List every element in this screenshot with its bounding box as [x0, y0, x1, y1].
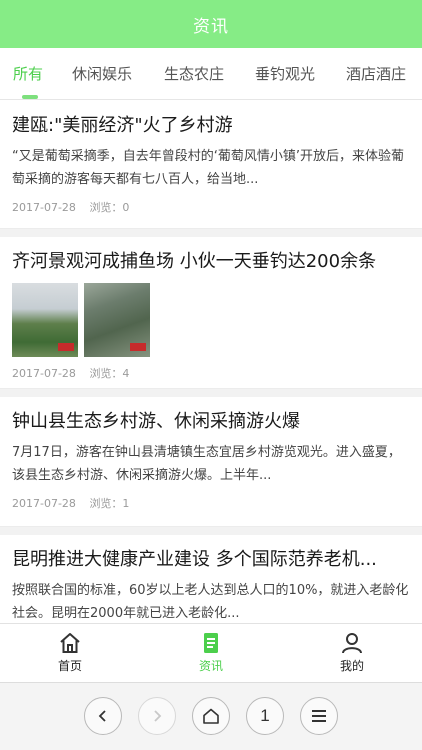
tab-leisure[interactable]: 休闲娱乐 — [72, 48, 132, 99]
news-date: 2017-07-28 — [12, 367, 76, 380]
news-thumbnail[interactable] — [84, 283, 150, 357]
tabs-count: 1 — [260, 706, 270, 725]
chevron-left-icon — [98, 710, 106, 722]
news-summary: 按照联合国的标准，60岁以上老人达到总人口的10%，就进入老龄化社会。昆明在20… — [12, 583, 409, 621]
back-button[interactable] — [84, 697, 122, 735]
watermark-stamp — [130, 343, 146, 351]
menu-button[interactable] — [300, 697, 338, 735]
news-item[interactable]: 钟山县生态乡村游、休闲采摘游火爆 7月17日，游客在钟山县清塘镇生态宜居乡村游览… — [0, 397, 422, 527]
tab-hotel[interactable]: 酒店酒庄 — [346, 48, 406, 99]
bottom-nav: 首页 资讯 我的 — [0, 623, 422, 681]
active-tab-indicator — [22, 95, 38, 99]
tab-eco-farm[interactable]: 生态农庄 — [164, 48, 224, 99]
nav-home-label: 首页 — [57, 659, 82, 673]
category-tabs: 所有 休闲娱乐 生态农庄 垂钓观光 酒店酒庄 — [0, 48, 422, 100]
news-meta: 2017-07-28 浏览：1 — [12, 487, 410, 521]
news-date: 2017-07-28 — [12, 497, 76, 510]
news-meta: 2017-07-28 浏览：4 — [12, 357, 410, 391]
chevron-right-icon — [154, 710, 162, 722]
news-icon — [204, 633, 218, 653]
news-title[interactable]: 齐河景观河成捕鱼场 小伙一天垂钓达200余条 — [12, 249, 410, 275]
forward-button[interactable] — [138, 697, 176, 735]
news-item[interactable]: 建瓯:"美丽经济"火了乡村游 “又是葡萄采摘季，自去年曾段村的‘葡萄风情小镇’开… — [0, 101, 422, 229]
browser-home-button[interactable] — [192, 697, 230, 735]
news-date: 2017-07-28 — [12, 201, 76, 214]
home-icon — [60, 633, 80, 653]
news-feed[interactable]: 建瓯:"美丽经济"火了乡村游 “又是葡萄采摘季，自去年曾段村的‘葡萄风情小镇’开… — [0, 101, 422, 623]
user-icon — [342, 633, 362, 654]
nav-home[interactable]: 首页 — [30, 624, 110, 682]
news-title[interactable]: 钟山县生态乡村游、休闲采摘游火爆 — [12, 409, 410, 435]
news-item[interactable]: 昆明推进大健康产业建设 多个国际范养老机... 按照联合国的标准，60岁以上老人… — [0, 535, 422, 623]
news-title[interactable]: 建瓯:"美丽经济"火了乡村游 — [12, 113, 410, 139]
watermark-stamp — [58, 343, 74, 351]
news-meta: 2017-07-28 浏览：0 — [12, 191, 410, 225]
browser-toolbar: 1 — [0, 682, 422, 750]
nav-profile-label: 我的 — [339, 659, 364, 673]
news-title[interactable]: 昆明推进大健康产业建设 多个国际范养老机... — [12, 547, 410, 573]
page-title: 资讯 — [193, 16, 229, 37]
news-item[interactable]: 齐河景观河成捕鱼场 小伙一天垂钓达200余条 2017-07-28 浏览：4 — [0, 237, 422, 389]
news-thumbnails — [12, 283, 410, 357]
nav-news[interactable]: 资讯 — [171, 624, 251, 682]
news-summary: 7月17日，游客在钟山县清塘镇生态宜居乡村游览观光。进入盛夏，该县生态乡村游、休… — [12, 445, 401, 483]
news-views: 浏览：4 — [89, 367, 130, 380]
nav-news-label: 资讯 — [198, 659, 223, 673]
tab-all[interactable]: 所有 — [13, 48, 43, 99]
news-views: 浏览：1 — [89, 497, 130, 510]
tabs-count-button[interactable]: 1 — [246, 697, 284, 735]
news-views: 浏览：0 — [89, 201, 130, 214]
tab-fishing[interactable]: 垂钓观光 — [255, 48, 315, 99]
home-outline-icon — [203, 708, 219, 724]
app-header: 资讯 — [0, 0, 422, 48]
nav-profile[interactable]: 我的 — [312, 624, 392, 682]
news-summary: “又是葡萄采摘季，自去年曾段村的‘葡萄风情小镇’开放后，来体验葡萄采摘的游客每天… — [12, 149, 404, 187]
hamburger-menu-icon — [312, 710, 326, 722]
news-thumbnail[interactable] — [12, 283, 78, 357]
